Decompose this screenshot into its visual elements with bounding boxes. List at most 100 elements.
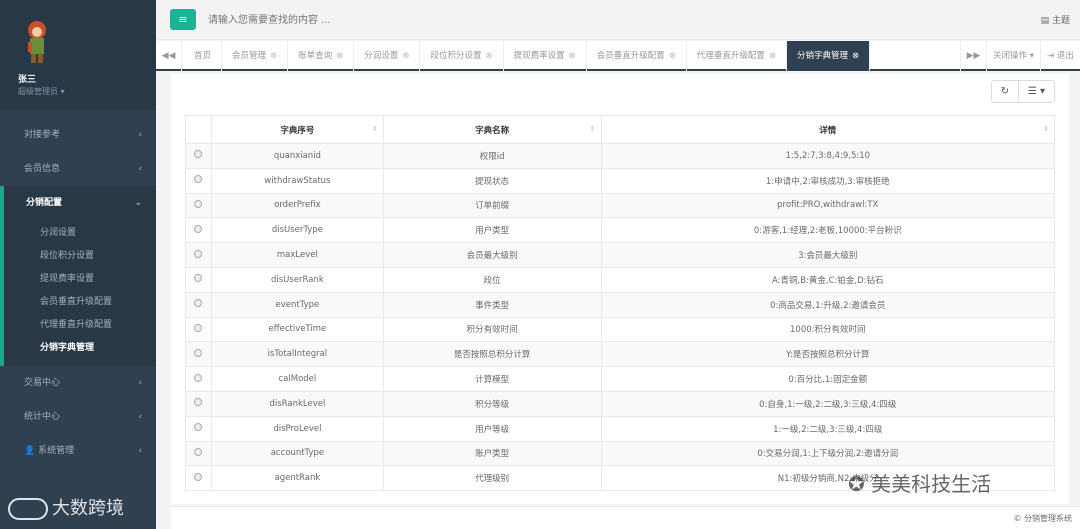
column-header-dict-code[interactable]: 字典序号 ⇕ — [210, 115, 384, 144]
close-icon[interactable]: ⊗ — [569, 51, 576, 61]
radio-button[interactable] — [194, 423, 203, 432]
column-header-label: 字典名称 — [475, 125, 510, 136]
columns-toggle-button[interactable]: ☰ ▾ — [1019, 80, 1055, 103]
sidebar-subitem-profit-setting[interactable]: 分润设置 — [4, 222, 156, 245]
close-operations-dropdown[interactable]: 关闭操作 ▾ — [986, 41, 1040, 71]
table-row[interactable]: disProLevel 用户等级 1:一级,2:二级,3:三级,4:四级 — [185, 415, 1055, 442]
radio-button[interactable] — [194, 299, 203, 308]
sidebar-item-trade-center[interactable]: 交易中心 ‹ — [0, 366, 156, 400]
sidebar-item-system-admin[interactable]: 👤 系统管理 ‹ — [0, 434, 156, 468]
user-role-dropdown[interactable]: 超级管理员 ▾ — [18, 86, 65, 97]
close-icon[interactable]: ⊗ — [769, 51, 776, 61]
sidebar-item-distribution-config[interactable]: 分销配置 ⌄ — [0, 186, 156, 220]
sort-icon[interactable]: ⇕ — [372, 125, 378, 133]
table-row[interactable]: orderPrefix 订单前缀 profit:PRO,withdrawl:TX — [185, 192, 1055, 219]
tabs-scroll-left-icon[interactable]: ◀◀ — [156, 41, 182, 71]
tab-home[interactable]: 首页 — [184, 41, 223, 71]
sidebar-item-label: 交易中心 — [24, 378, 61, 388]
sidebar-subitem-withdraw-rate[interactable]: 提现费率设置 — [4, 268, 156, 291]
cell-details: 1:5,2:7,3:8,4:9,5:10 — [600, 143, 1055, 169]
close-icon[interactable]: ⊗ — [270, 51, 277, 61]
table-row[interactable]: effectiveTime 积分有效时间 1000:积分有效时间 — [185, 316, 1055, 343]
sidebar-subitem-dictionary[interactable]: 分销字典管理 — [4, 337, 156, 360]
radio-button[interactable] — [194, 175, 203, 184]
radio-button[interactable] — [194, 150, 203, 159]
cell-details: 3:会员最大级别 — [600, 242, 1055, 268]
radio-button[interactable] — [194, 472, 203, 481]
close-icon[interactable]: ⊗ — [336, 51, 343, 61]
close-icon[interactable]: ⊗ — [852, 51, 859, 61]
logout-button[interactable]: ⇥ 退出 — [1040, 41, 1080, 71]
row-select[interactable] — [185, 192, 212, 219]
row-select[interactable] — [185, 266, 212, 293]
tab-withdraw-rate[interactable]: 提现费率设置 ⊗ — [504, 41, 587, 71]
radio-button[interactable] — [194, 373, 203, 382]
sidebar-item-member-info[interactable]: 会员信息 ‹ — [0, 152, 156, 186]
sidebar-item-integration-ref[interactable]: 对接参考 ‹ — [0, 118, 156, 152]
row-select[interactable] — [185, 390, 212, 417]
tab-agent-upgrade[interactable]: 代理垂直升级配置 ⊗ — [687, 41, 787, 71]
radio-button[interactable] — [194, 447, 203, 456]
table-row[interactable]: maxLevel 会员最大级别 3:会员最大级别 — [185, 242, 1055, 268]
table-row[interactable]: calModel 计算模型 0:百分比,1:固定金额 — [185, 366, 1055, 392]
chevron-left-icon: ‹ — [138, 378, 142, 388]
theme-button[interactable]: ▤ 主题 — [1041, 13, 1070, 26]
table-row[interactable]: withdrawStatus 提现状态 1:申请中,2:审核成功,3:审核拒绝 — [185, 167, 1055, 194]
sidebar-subitem-rank-points[interactable]: 段位积分设置 — [4, 245, 156, 268]
close-icon[interactable]: ⊗ — [402, 51, 409, 61]
row-select[interactable] — [185, 415, 212, 442]
cell-details: 0:游客,1:经理,2:老板,10000:平台粉识 — [600, 217, 1055, 244]
radio-button[interactable] — [194, 398, 203, 407]
search-input[interactable] — [208, 8, 708, 32]
close-icon[interactable]: ⊗ — [485, 51, 492, 61]
tab-label: 分销字典管理 — [797, 51, 849, 61]
table-row[interactable]: disUserType 用户类型 0:游客,1:经理,2:老板,10000:平台粉识 — [185, 217, 1055, 244]
cell-dict-name: 权限id — [382, 143, 602, 169]
radio-button[interactable] — [194, 323, 203, 332]
row-select[interactable] — [185, 341, 212, 368]
table-row[interactable]: accountType 账户类型 0:交易分润,1:上下级分润,2:邀请分润 — [185, 440, 1055, 467]
radio-button[interactable] — [194, 274, 203, 283]
refresh-button[interactable]: ↻ — [991, 80, 1019, 103]
table-row[interactable]: isTotalIntegral 是否按照总积分计算 Y:是否按照总积分计算 — [185, 341, 1055, 368]
tab-member-mgmt[interactable]: 会员管理 ⊗ — [222, 41, 289, 71]
radio-button[interactable] — [194, 199, 203, 208]
row-select[interactable] — [185, 143, 212, 169]
column-header-details[interactable]: 详情 ⇕ — [600, 115, 1055, 144]
avatar[interactable] — [18, 18, 56, 64]
sidebar-item-label: 分销配置 — [26, 198, 63, 208]
sidebar: 张三 超级管理员 ▾ 对接参考 ‹ 会员信息 ‹ 分销配置 ⌄ 分润设置 段位积… — [0, 0, 156, 529]
tab-label: 代理垂直升级配置 — [696, 51, 765, 61]
radio-button[interactable] — [194, 348, 203, 357]
table-row[interactable]: eventType 事件类型 0:商品交易,1:升级,2:邀请会员 — [185, 291, 1055, 318]
tab-profit-setting[interactable]: 分润设置 ⊗ — [354, 41, 421, 71]
row-select[interactable] — [185, 440, 212, 467]
row-select[interactable] — [185, 465, 212, 492]
row-select[interactable] — [185, 366, 212, 392]
radio-button[interactable] — [194, 224, 203, 233]
row-select[interactable] — [185, 217, 212, 244]
row-select[interactable] — [185, 291, 212, 318]
radio-button[interactable] — [194, 249, 203, 258]
tab-rank-points[interactable]: 段位积分设置 ⊗ — [420, 41, 504, 71]
tab-member-upgrade[interactable]: 会员垂直升级配置 ⊗ — [587, 41, 687, 71]
table-row[interactable]: disUserRank 段位 A:青铜,B:黄金,C:铂金,D:钻石 — [185, 266, 1055, 293]
footer: © 分销管理系统 — [171, 506, 1080, 529]
close-icon[interactable]: ⊗ — [669, 51, 676, 61]
row-select[interactable] — [185, 316, 212, 343]
tab-bill-query[interactable]: 账单查询 ⊗ — [288, 41, 355, 71]
tab-dictionary[interactable]: 分销字典管理 ⊗ — [787, 41, 871, 71]
sidebar-subitem-agent-upgrade[interactable]: 代理垂直升级配置 — [4, 314, 156, 337]
row-select[interactable] — [185, 242, 212, 268]
row-select[interactable] — [185, 167, 212, 194]
menu-toggle-button[interactable]: ≡ — [170, 9, 196, 30]
sidebar-item-stats-center[interactable]: 统计中心 ‹ — [0, 400, 156, 434]
cell-dict-name: 用户等级 — [382, 415, 602, 442]
sidebar-subitem-member-upgrade[interactable]: 会员垂直升级配置 — [4, 291, 156, 314]
table-row[interactable]: quanxianid 权限id 1:5,2:7,3:8,4:9,5:10 — [185, 143, 1055, 169]
sort-icon[interactable]: ⇕ — [1043, 125, 1049, 133]
column-header-dict-name[interactable]: 字典名称 ⇕ — [382, 115, 602, 144]
tabs-scroll-right-icon[interactable]: ▶▶ — [960, 41, 986, 71]
sort-icon[interactable]: ⇕ — [590, 125, 596, 133]
table-row[interactable]: disRankLevel 积分等级 0:自身,1:一级,2:二级,3:三级,4:四级 — [185, 390, 1055, 417]
